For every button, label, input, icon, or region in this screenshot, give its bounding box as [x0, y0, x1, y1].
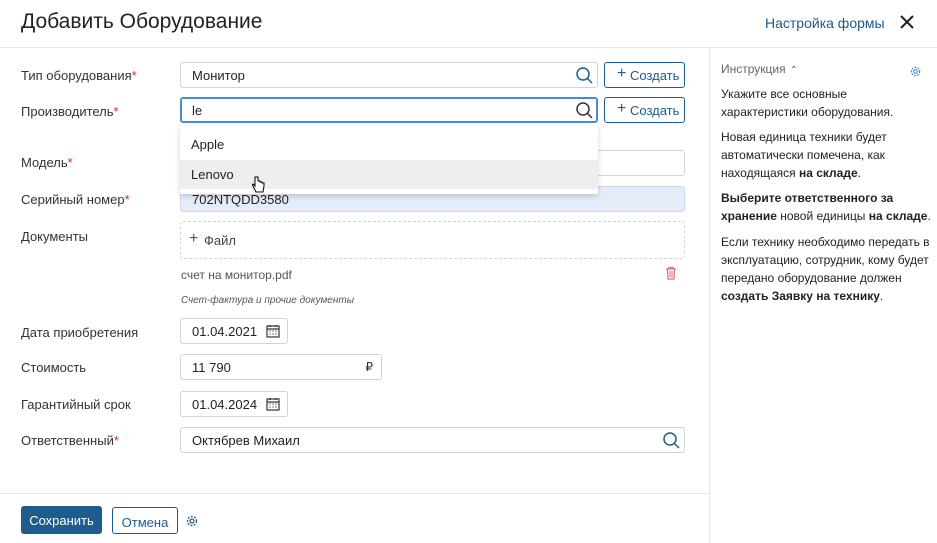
- cancel-button[interactable]: Отмена: [112, 507, 178, 534]
- plus-icon: +: [189, 230, 199, 247]
- gear-icon[interactable]: [909, 65, 922, 78]
- create-label: Создать: [630, 68, 680, 83]
- search-icon[interactable]: [575, 101, 595, 121]
- ruble-icon: ₽: [365, 360, 373, 374]
- cost-value: 11 790: [192, 360, 231, 375]
- equipment-type-input[interactable]: Монитор: [180, 62, 598, 88]
- manufacturer-input[interactable]: le: [180, 97, 598, 123]
- add-file-label: Файл: [204, 233, 236, 248]
- responsible-value: Октябрев Михаил: [192, 433, 300, 448]
- page-title: Добавить Оборудование: [21, 10, 263, 33]
- plus-icon: +: [617, 65, 627, 82]
- warranty-value: 01.04.2024: [192, 397, 258, 412]
- create-manufacturer-button[interactable]: + Создать: [604, 97, 685, 123]
- instruction-paragraph-3: Выберите ответственного за хранение ново…: [721, 191, 931, 223]
- documents-hint: Счет-фактура и прочие документы: [181, 295, 355, 306]
- serial-label: Серийный номер*: [21, 192, 130, 207]
- responsible-input[interactable]: Октябрев Михаил: [180, 427, 685, 453]
- create-equipment-type-button[interactable]: + Создать: [604, 62, 685, 88]
- instruction-paragraph-1: Укажите все основные характеристики обор…: [721, 87, 894, 119]
- search-icon[interactable]: [662, 431, 682, 451]
- documents-label: Документы: [21, 229, 89, 244]
- gear-icon[interactable]: [185, 514, 199, 528]
- warranty-label: Гарантийный срок: [21, 397, 131, 412]
- equipment-type-label: Тип оборудования*: [21, 68, 137, 83]
- purchase-date-value: 01.04.2021: [192, 324, 258, 339]
- serial-value: 702NTQDD3580: [192, 192, 289, 207]
- cost-input[interactable]: 11 790 ₽: [180, 354, 382, 380]
- warranty-input[interactable]: 01.04.2024: [180, 391, 288, 417]
- save-button[interactable]: Сохранить: [21, 506, 102, 534]
- instruction-paragraph-4: Если технику необходимо передать в экспл…: [721, 235, 930, 303]
- responsible-label: Ответственный*: [21, 433, 119, 448]
- instruction-paragraph-2: Новая единица техники будет автоматическ…: [721, 130, 887, 180]
- form-settings-link[interactable]: Настройка формы: [765, 15, 885, 31]
- manufacturer-dropdown: Apple Lenovo: [180, 126, 598, 194]
- trash-icon[interactable]: [665, 266, 677, 280]
- add-file-dropzone[interactable]: + Файл: [180, 221, 685, 259]
- attached-file[interactable]: счет на монитор.pdf: [181, 268, 292, 282]
- cost-label: Стоимость: [21, 360, 87, 375]
- sidebar-divider: [709, 48, 710, 543]
- footer-divider: [0, 493, 709, 494]
- calendar-icon[interactable]: [266, 324, 280, 338]
- search-icon[interactable]: [575, 66, 595, 86]
- close-icon[interactable]: [898, 13, 916, 31]
- dropdown-option-lenovo[interactable]: Lenovo: [180, 160, 598, 189]
- hand-cursor-icon: [252, 176, 265, 193]
- purchase-date-input[interactable]: 01.04.2021: [180, 318, 288, 344]
- manufacturer-value: le: [192, 103, 203, 118]
- create-label: Создать: [630, 103, 680, 118]
- purchase-date-label: Дата приобретения: [21, 325, 139, 340]
- chevron-up-icon: ⌃: [789, 65, 799, 76]
- manufacturer-label: Производитель*: [21, 104, 119, 119]
- model-label: Модель*: [21, 155, 73, 170]
- plus-icon: +: [617, 100, 627, 117]
- equipment-type-value: Монитор: [192, 68, 245, 83]
- dropdown-option-apple[interactable]: Apple: [180, 130, 598, 159]
- instruction-toggle[interactable]: Инструкция ⌃: [721, 62, 798, 76]
- header: Добавить Оборудование Настройка формы: [0, 0, 937, 48]
- calendar-icon[interactable]: [266, 397, 280, 411]
